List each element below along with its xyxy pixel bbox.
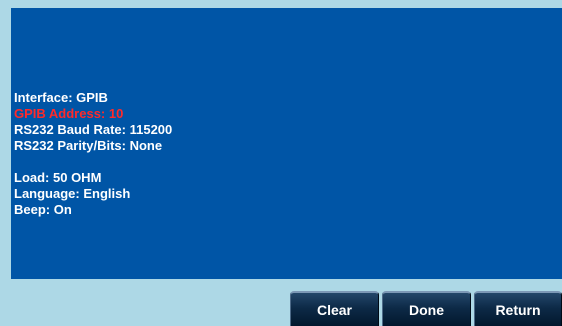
instrument-display-frame: Interface: GPIB GPIB Address: 10 RS232 B… xyxy=(0,0,562,326)
softkey-bar: Clear Done Return xyxy=(290,289,562,326)
language-setting: Language: English xyxy=(14,186,131,201)
beep-setting: Beep: On xyxy=(14,202,72,217)
system-info-screen: Interface: GPIB GPIB Address: 10 RS232 B… xyxy=(11,8,562,279)
system-info-panel: Interface: GPIB GPIB Address: 10 RS232 B… xyxy=(14,90,534,218)
rs232-baud-rate-setting: RS232 Baud Rate: 115200 xyxy=(14,122,173,137)
return-button[interactable]: Return xyxy=(474,291,562,326)
done-button[interactable]: Done xyxy=(382,291,471,326)
clear-button[interactable]: Clear xyxy=(290,291,379,326)
rs232-parity-bits-setting: RS232 Parity/Bits: None xyxy=(14,138,163,153)
interface-setting: Interface: GPIB xyxy=(14,90,108,105)
gpib-address-setting[interactable]: GPIB Address: 10 xyxy=(14,106,534,122)
load-setting: Load: 50 OHM xyxy=(14,170,102,185)
